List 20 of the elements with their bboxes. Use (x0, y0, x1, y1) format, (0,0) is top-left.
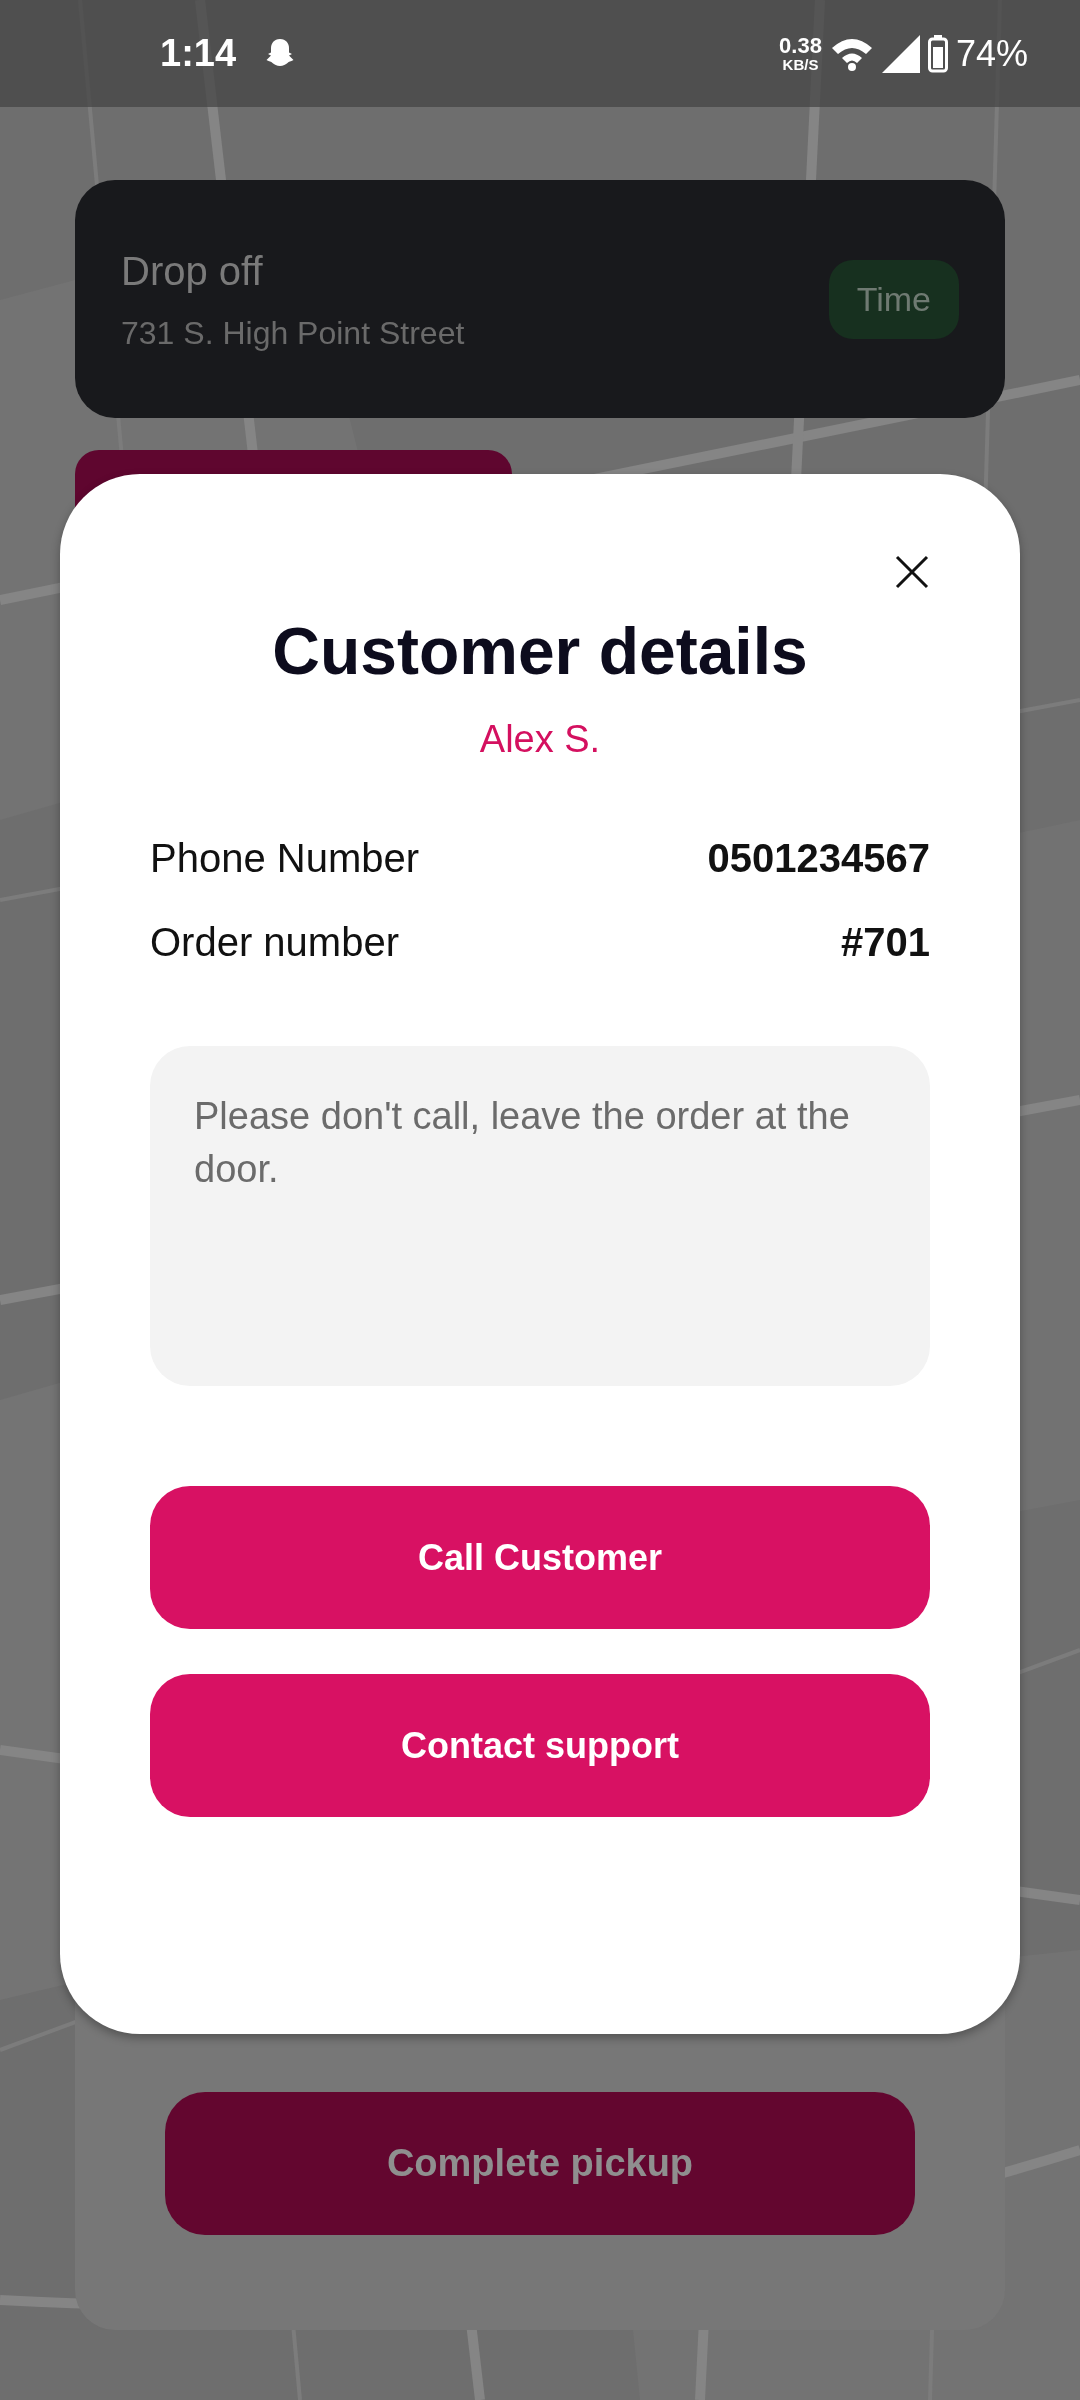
battery-icon (927, 34, 948, 73)
battery-percent: 74% (955, 31, 1028, 76)
signal-icon (881, 34, 920, 73)
field-label: Phone Number (150, 835, 420, 883)
complete-pickup-button[interactable]: Complete pickup (165, 2092, 915, 2235)
field-value: #701 (841, 919, 930, 967)
address-text: 731 S. High Point Street (121, 314, 465, 353)
call-button[interactable]: Call Customer (150, 1486, 930, 1630)
dialog-title: Customer details (271, 613, 809, 690)
field-value: 0501234567 (707, 835, 930, 883)
support-button[interactable]: Contact support (150, 1674, 930, 1818)
customer-name: Alex S. (478, 717, 602, 763)
status-time: 1:14 (160, 31, 237, 76)
note-field[interactable]: Please don't call, leave the order at the door. (150, 1046, 930, 1387)
card-title: Drop off (121, 248, 264, 295)
time-button[interactable]: Time (828, 259, 959, 339)
field-label: Order number (150, 919, 399, 967)
network-unit: KB/S (782, 57, 819, 72)
close-button[interactable] (894, 554, 930, 590)
network-speed: 0.38 (779, 35, 822, 57)
